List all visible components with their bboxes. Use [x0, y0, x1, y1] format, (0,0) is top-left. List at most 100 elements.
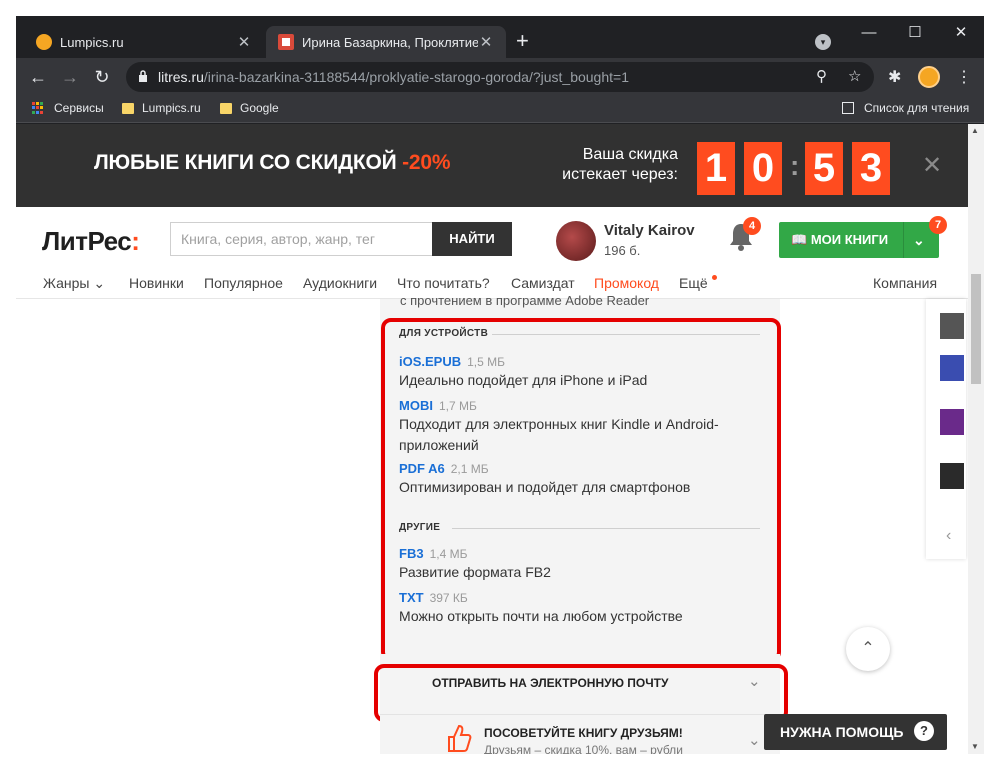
forward-icon[interactable]: →: [58, 65, 82, 89]
tab-close-icon[interactable]: ✕: [236, 33, 252, 51]
litres-logo[interactable]: ЛитРес:: [42, 226, 140, 257]
timer-digit: 0: [744, 142, 782, 195]
book-cover-thumbnail[interactable]: [940, 355, 964, 381]
help-label: НУЖНА ПОМОЩЬ: [780, 724, 904, 740]
book-cover-thumbnail[interactable]: [940, 313, 964, 339]
nav-item-genres[interactable]: Жанры ⌄: [43, 275, 105, 292]
tab-search-icon[interactable]: ▾: [815, 34, 831, 50]
window-close-icon[interactable]: ✕: [938, 16, 984, 48]
promo-headline-text: ЛЮБЫЕ КНИГИ СО СКИДКОЙ: [94, 151, 397, 174]
user-name[interactable]: Vitaly Kairov: [604, 222, 695, 239]
my-books-label: 📖 МОИ КНИГИ: [791, 232, 889, 247]
reading-list[interactable]: Список для чтения: [842, 101, 969, 115]
extensions-icon[interactable]: ✱: [888, 67, 901, 87]
scrollbar-thumb[interactable]: [971, 274, 981, 384]
notifications-badge: 4: [743, 217, 761, 235]
chevron-down-icon[interactable]: ⌄: [913, 222, 925, 258]
bookmarks-bar: Сервисы Lumpics.ru Google Список для чте…: [16, 96, 984, 123]
thumbs-up-icon: [448, 724, 472, 752]
my-books-badge: 7: [929, 216, 947, 234]
folder-icon: [220, 102, 232, 114]
logo-accent: :: [131, 226, 140, 256]
highlight-frame-formats: [381, 318, 781, 662]
nav-item-company[interactable]: Компания: [873, 275, 937, 291]
url-host: litres.ru: [158, 69, 204, 85]
scroll-up-icon[interactable]: ▲: [971, 126, 979, 135]
tab-close-icon[interactable]: ✕: [478, 33, 494, 51]
apps-grid-icon: [32, 102, 44, 114]
back-icon[interactable]: ←: [26, 65, 50, 89]
nav-item-more[interactable]: Ещё: [679, 275, 708, 291]
my-books-text: МОИ КНИГИ: [810, 232, 889, 247]
nav-item-promocode[interactable]: Промокод: [594, 275, 659, 291]
nav-item-new[interactable]: Новинки: [129, 275, 184, 291]
timer-digit: 1: [697, 142, 735, 195]
timer-separator: :: [790, 150, 800, 181]
book-cover-thumbnail[interactable]: [940, 409, 964, 435]
timer-digit: 5: [805, 142, 843, 195]
user-avatar[interactable]: [556, 221, 596, 261]
tab-bar: Lumpics.ru ✕ Ирина Базаркина, Проклятие …: [16, 16, 984, 58]
lumpics-favicon-icon: [36, 34, 52, 50]
promo-close-icon[interactable]: ✕: [922, 151, 942, 180]
nav-item-popular[interactable]: Популярное: [204, 275, 283, 291]
clipped-text: с прочтением в программе Adobe Reader: [400, 293, 650, 308]
site-header: ЛитРес: Книга, серия, автор, жанр, тег Н…: [16, 207, 968, 269]
url-text: litres.ru/irina-bazarkina-31188544/prokl…: [158, 69, 629, 85]
chevron-left-icon[interactable]: ‹: [946, 527, 951, 545]
maximize-icon[interactable]: ☐: [892, 16, 938, 48]
profile-avatar-icon[interactable]: [918, 66, 940, 88]
web-page: ЛЮБЫЕ КНИГИ СО СКИДКОЙ -20% Ваша скидка …: [16, 124, 968, 754]
browser-window: Lumpics.ru ✕ Ирина Базаркина, Проклятие …: [16, 16, 984, 754]
lock-icon: [139, 70, 147, 82]
promo-headline: ЛЮБЫЕ КНИГИ СО СКИДКОЙ -20%: [94, 151, 451, 175]
promo-discount: -20%: [402, 151, 451, 174]
bookmark-label: Lumpics.ru: [142, 101, 201, 115]
nav-item-samizdat[interactable]: Самиздат: [511, 275, 575, 291]
litres-favicon-icon: [278, 34, 294, 50]
nav-item-audiobooks[interactable]: Аудиокниги: [303, 275, 377, 291]
bookmark-services[interactable]: Сервисы: [32, 101, 104, 115]
recently-viewed-panel: ‹: [926, 299, 966, 559]
menu-kebab-icon[interactable]: ⋮: [956, 67, 972, 87]
page-scrollbar[interactable]: ▲ ▼: [968, 124, 984, 754]
recommend-row[interactable]: ПОСОВЕТУЙТЕ КНИГУ ДРУЗЬЯМ! Друзьям – ски…: [380, 714, 780, 754]
divider: [903, 222, 904, 258]
folder-icon: [122, 102, 134, 114]
new-indicator-dot: [712, 275, 717, 280]
bookmark-label: Сервисы: [54, 101, 104, 115]
promo-banner: ЛЮБЫЕ КНИГИ СО СКИДКОЙ -20% Ваша скидка …: [16, 124, 968, 207]
reading-list-label: Список для чтения: [864, 101, 970, 115]
scroll-to-top-button[interactable]: ⌃: [846, 627, 890, 671]
nav-item-what-to-read[interactable]: Что почитать?: [397, 275, 490, 291]
zoom-icon[interactable]: ⚲: [816, 67, 827, 85]
new-tab-button[interactable]: +: [516, 30, 529, 52]
search-button[interactable]: НАЙТИ: [432, 222, 512, 256]
bookmark-label: Google: [240, 101, 279, 115]
help-button[interactable]: НУЖНА ПОМОЩЬ ?: [764, 714, 947, 750]
promo-expires-label: Ваша скидка истекает через:: [562, 146, 678, 183]
chevron-down-icon: ⌄: [748, 732, 761, 749]
scroll-down-icon[interactable]: ▼: [971, 742, 979, 751]
bookmark-star-icon[interactable]: ☆: [848, 67, 861, 85]
my-books-button[interactable]: 📖 МОИ КНИГИ ⌄: [779, 222, 939, 258]
minimize-icon[interactable]: —: [846, 16, 892, 48]
tab-litres[interactable]: Ирина Базаркина, Проклятие С ✕: [266, 26, 506, 58]
bookmark-lumpics[interactable]: Lumpics.ru: [122, 101, 201, 115]
reload-icon[interactable]: ↻: [90, 65, 114, 89]
book-cover-thumbnail[interactable]: [940, 463, 964, 489]
nav-label: Жанры: [43, 275, 90, 291]
user-balance: 196 б.: [604, 243, 641, 258]
search-input[interactable]: Книга, серия, автор, жанр, тег: [170, 222, 432, 256]
address-bar[interactable]: litres.ru/irina-bazarkina-31188544/prokl…: [126, 62, 874, 92]
reading-list-icon: [842, 102, 854, 114]
tab-title: Ирина Базаркина, Проклятие С: [302, 34, 478, 50]
url-path: /irina-bazarkina-31188544/proklyatie-sta…: [203, 69, 629, 85]
timer-digit: 3: [852, 142, 890, 195]
browser-toolbar: ← → ↻ litres.ru/irina-bazarkina-31188544…: [16, 58, 984, 96]
recommend-subtitle: Друзьям – скидка 10%, вам – рубли: [484, 743, 683, 754]
question-icon: ?: [914, 721, 934, 741]
recommend-title: ПОСОВЕТУЙТЕ КНИГУ ДРУЗЬЯМ!: [484, 726, 683, 740]
bookmark-google[interactable]: Google: [220, 101, 279, 115]
tab-lumpics[interactable]: Lumpics.ru ✕: [24, 26, 264, 58]
